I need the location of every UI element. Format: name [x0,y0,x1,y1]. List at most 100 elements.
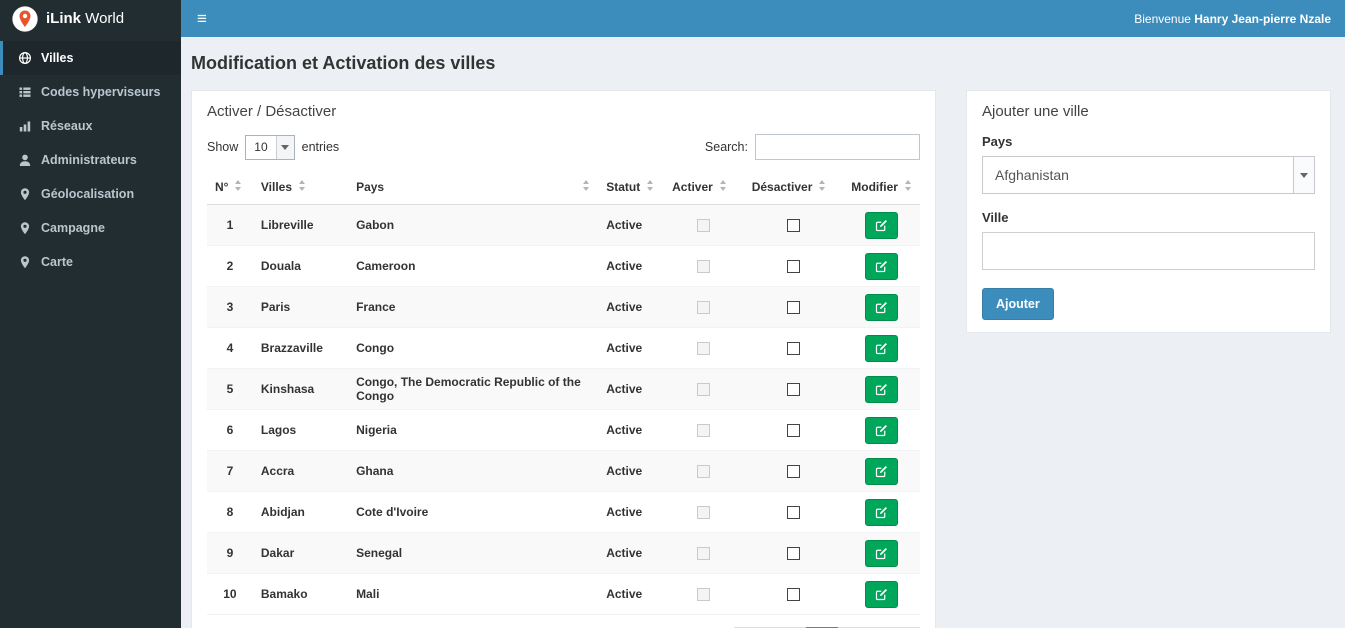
row-number: 6 [226,423,234,437]
sidebar-item-villes[interactable]: Villes [0,41,181,75]
add-ville-panel: Ajouter une ville Pays Afghanistan Ville… [966,90,1331,333]
table-row: 7 Accra Ghana Active [207,450,920,492]
panel-title: Ajouter une ville [982,103,1089,120]
column-header-statut[interactable]: Statut [598,174,665,205]
row-number: 1 [226,218,234,232]
desactiver-checkbox[interactable] [786,219,800,233]
modifier-button[interactable] [865,211,899,239]
sidebar-item-label: Villes [41,51,74,65]
modifier-button[interactable] [865,293,899,321]
list-icon [19,87,31,97]
table-row: 1 Libreville Gabon Active [207,204,920,246]
row-number: 2 [226,259,234,273]
pays-cell: Mali [356,587,380,601]
edit-icon [876,465,888,477]
pays-cell: Cameroon [356,259,416,273]
column-header-modifier[interactable]: Modifier [843,174,920,205]
statut-cell: Active [606,505,643,519]
ville-input[interactable] [982,232,1315,270]
activer-checkbox [697,588,711,602]
page-title: Modification et Activation des villes [191,53,496,73]
row-number: 10 [223,587,237,601]
statut-cell: Active [606,587,643,601]
page-length-select[interactable]: 10 [245,134,295,160]
desactiver-checkbox[interactable] [786,301,800,315]
ville-cell: Accra [260,464,295,478]
table-row: 10 Bamako Mali Active [207,574,920,615]
welcome-message: Bienvenue Hanry Jean-pierre Nzale [1134,11,1331,26]
sort-icon [647,180,654,191]
search-label: Search: [704,140,748,154]
activer-checkbox [697,506,711,520]
statut-cell: Active [606,382,643,396]
app-logo-area[interactable]: iLink World [0,0,181,37]
sidebar-item-carte[interactable]: Carte [0,245,181,279]
modifier-button[interactable] [865,416,899,444]
villes-table-panel: Activer / Désactiver Show 10 entries Sea… [191,90,936,628]
statut-cell: Active [606,423,643,437]
activer-checkbox [697,424,711,438]
sidebar-item-codes-hyperviseurs[interactable]: Codes hyperviseurs [0,75,181,109]
sidebar-item-administrateurs[interactable]: Administrateurs [0,143,181,177]
desactiver-checkbox[interactable] [786,342,800,356]
row-number: 7 [226,464,234,478]
map-marker-icon [20,188,30,201]
activer-checkbox [697,260,711,274]
modifier-button[interactable] [865,375,899,403]
pays-cell: Ghana [356,464,394,478]
modifier-button[interactable] [865,252,899,280]
table-row: 9 Dakar Senegal Active [207,532,920,574]
ville-cell: Kinshasa [260,382,315,396]
desactiver-checkbox[interactable] [786,506,800,520]
desactiver-checkbox[interactable] [786,547,800,561]
sidebar-item-campagne[interactable]: Campagne [0,211,181,245]
desactiver-checkbox[interactable] [786,465,800,479]
column-header-activer[interactable]: Activer [664,174,744,205]
navbar: ≡ Bienvenue Hanry Jean-pierre Nzale [181,0,1345,37]
modifier-button[interactable] [865,498,899,526]
table-row: 5 Kinshasa Congo, The Democratic Republi… [207,368,920,410]
column-header-pays[interactable]: Pays [348,174,599,205]
table-header-row: N° Villes Pays Statut Activer Désactiver… [207,174,920,205]
modifier-button[interactable] [865,457,899,485]
ville-cell: Abidjan [260,505,305,519]
sort-icon [904,180,912,191]
modifier-button[interactable] [865,334,899,362]
entries-label: entries [301,140,340,154]
activer-checkbox [697,301,711,315]
modifier-button[interactable] [865,539,899,567]
pays-select[interactable]: Afghanistan [982,156,1315,194]
modifier-button[interactable] [865,580,899,608]
search-input[interactable] [755,134,920,160]
sidebar-item-reseaux[interactable]: Réseaux [0,109,181,143]
desactiver-checkbox[interactable] [786,588,800,602]
ajouter-button[interactable]: Ajouter [982,288,1054,320]
desactiver-checkbox[interactable] [786,260,800,274]
edit-icon [876,588,888,600]
pays-cell: Gabon [356,218,395,232]
bar-chart-icon [19,121,31,132]
sort-icon [235,180,242,191]
ville-cell: Paris [260,300,291,314]
edit-icon [876,424,888,436]
edit-icon [876,342,888,354]
sidebar-item-label: Géolocalisation [41,187,135,201]
map-marker-icon [20,256,30,269]
edit-icon [876,219,888,231]
show-label: Show [207,140,239,154]
ville-cell: Libreville [260,218,314,232]
desactiver-checkbox[interactable] [786,424,800,438]
app-logo-icon [12,5,38,32]
hamburger-menu-icon[interactable]: ≡ [181,0,223,37]
sidebar-item-geolocalisation[interactable]: Géolocalisation [0,177,181,211]
desactiver-checkbox[interactable] [786,383,800,397]
ville-label: Ville [982,210,1009,225]
pays-cell: Congo [356,341,395,355]
column-header-villes[interactable]: Villes [252,174,349,205]
ville-cell: Lagos [260,423,297,437]
sort-icon [299,180,306,191]
column-header-num[interactable]: N° [207,174,253,205]
column-header-desactiver[interactable]: Désactiver [743,174,844,205]
statut-cell: Active [606,259,643,273]
brand-name: iLink World [46,10,125,27]
